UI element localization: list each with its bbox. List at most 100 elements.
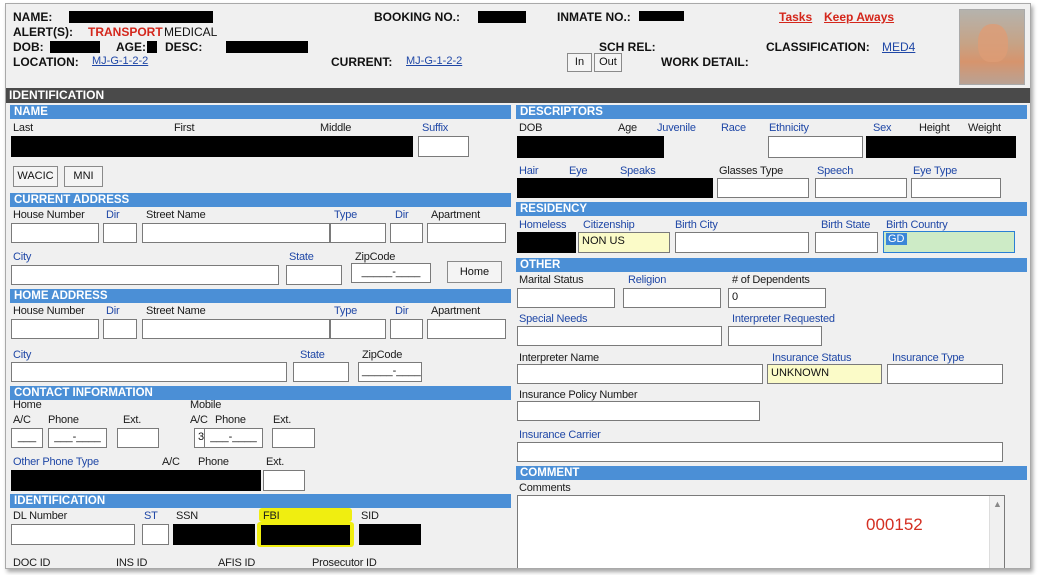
other-ext-label: Ext. <box>266 456 285 468</box>
glasses-type-input[interactable] <box>717 178 809 198</box>
home-phone-input[interactable]: ___-____ <box>48 428 107 448</box>
residency-header: RESIDENCY <box>516 202 1027 216</box>
home-type-input[interactable] <box>330 319 386 339</box>
birth-city-input[interactable] <box>675 232 809 253</box>
comments-textarea[interactable] <box>517 495 1005 568</box>
ac-label: A/C <box>13 414 31 426</box>
current-dir2-input[interactable] <box>390 223 423 243</box>
desc-age-label: Age <box>618 122 637 134</box>
home-zipcode-input[interactable]: _____-____ <box>358 362 422 382</box>
comments-scrollbar[interactable]: ▲ <box>989 496 1004 568</box>
insurance-status-label: Insurance Status <box>772 352 852 364</box>
scroll-up-arrow-icon[interactable]: ▲ <box>993 499 1002 509</box>
home-button[interactable]: Home <box>447 261 502 283</box>
insurance-type-input[interactable] <box>887 364 1003 384</box>
current-street-name-input[interactable] <box>142 223 330 243</box>
dependents-input[interactable]: 0 <box>728 288 826 308</box>
other-ext-input[interactable] <box>263 470 305 491</box>
current-house-number-input[interactable] <box>11 223 99 243</box>
alert-transport: TRANSPORT <box>88 25 163 39</box>
insurance-status-input[interactable]: UNKNOWN <box>767 364 882 384</box>
interpreter-requested-label: Interpreter Requested <box>732 313 835 325</box>
home-street-name-label: Street Name <box>146 305 206 317</box>
mni-button[interactable]: MNI <box>64 166 103 187</box>
redacted-descriptors-dob <box>517 136 664 158</box>
redacted-name-fields <box>11 136 413 157</box>
eye-type-label: Eye Type <box>913 165 958 177</box>
birth-state-label: Birth State <box>821 219 871 231</box>
home-street-name-input[interactable] <box>142 319 330 339</box>
redacted-booking-number <box>478 11 526 23</box>
ssn-label: SSN <box>176 510 199 522</box>
birth-country-input[interactable]: GD <box>883 231 1015 253</box>
mobile-ext-input[interactable] <box>272 428 315 448</box>
special-needs-input[interactable] <box>517 326 722 346</box>
citizenship-input[interactable]: NON US <box>578 232 670 253</box>
house-number-label: House Number <box>13 209 85 221</box>
ethnicity-input[interactable] <box>768 136 863 158</box>
marital-status-input[interactable] <box>517 288 615 308</box>
homeless-label: Homeless <box>519 219 567 231</box>
birth-state-input[interactable] <box>815 232 878 253</box>
document-stamp-number: 000152 <box>866 515 923 534</box>
home-dir2-input[interactable] <box>390 319 423 339</box>
current-city-input[interactable] <box>11 265 279 285</box>
in-button[interactable]: In <box>567 53 592 72</box>
insurance-policy-number-input[interactable] <box>517 401 760 421</box>
home-ext-input[interactable] <box>117 428 159 448</box>
middle-label: Middle <box>320 122 352 134</box>
home-house-number-label: House Number <box>13 305 85 317</box>
dependents-label: # of Dependents <box>732 274 810 286</box>
city-label: City <box>13 251 32 263</box>
birth-city-label: Birth City <box>675 219 718 231</box>
dl-number-input[interactable] <box>11 524 135 545</box>
height-label: Height <box>919 122 950 134</box>
current-label: CURRENT: <box>331 55 393 69</box>
current-location-value[interactable]: MJ-G-1-2-2 <box>406 55 462 67</box>
insurance-type-label: Insurance Type <box>892 352 965 364</box>
home-state-input[interactable] <box>293 362 349 382</box>
home-dir-input[interactable] <box>103 319 137 339</box>
home-city-input[interactable] <box>11 362 287 382</box>
booking-window: NAME: BOOKING NO.: INMATE NO.: Tasks Kee… <box>5 3 1031 569</box>
religion-input[interactable] <box>623 288 721 308</box>
insurance-carrier-input[interactable] <box>517 442 1003 462</box>
speech-input[interactable] <box>815 178 907 198</box>
hair-label: Hair <box>519 165 539 177</box>
mobile-phone-label: Mobile <box>190 399 222 411</box>
suffix-input[interactable] <box>418 136 469 157</box>
eye-type-input[interactable] <box>911 178 1001 198</box>
current-type-input[interactable] <box>330 223 386 243</box>
alerts-label: ALERT(S): <box>13 25 73 39</box>
home-apartment-input[interactable] <box>427 319 506 339</box>
race-label: Race <box>721 122 746 134</box>
current-state-input[interactable] <box>286 265 342 285</box>
location-value[interactable]: MJ-G-1-2-2 <box>92 55 148 67</box>
special-needs-label: Special Needs <box>519 313 588 325</box>
redacted-hair-eye-speaks <box>517 178 713 198</box>
redacted-desc <box>226 41 308 53</box>
other-phone-label: Phone <box>198 456 229 468</box>
mobile-ac-label: A/C <box>190 414 208 426</box>
dl-number-label: DL Number <box>13 510 68 522</box>
home-dir-label: Dir <box>106 305 120 317</box>
dir2-label: Dir <box>395 209 409 221</box>
redacted-homeless <box>517 232 576 253</box>
keep-aways-link[interactable]: Keep Aways <box>824 10 894 24</box>
current-zipcode-input[interactable]: _____-____ <box>351 263 431 283</box>
name-section-header: NAME <box>10 105 511 119</box>
mobile-phone-input[interactable]: ___-____ <box>204 428 263 448</box>
home-ac-input[interactable]: ___ <box>11 428 43 448</box>
interpreter-requested-input[interactable] <box>728 326 822 346</box>
current-address-header: CURRENT ADDRESS <box>10 193 511 207</box>
home-house-number-input[interactable] <box>11 319 99 339</box>
out-button[interactable]: Out <box>594 53 622 72</box>
interpreter-name-input[interactable] <box>517 364 763 384</box>
st-input[interactable] <box>142 524 169 545</box>
classification-value[interactable]: MED4 <box>882 40 915 54</box>
wacic-button[interactable]: WACIC <box>13 166 58 187</box>
tasks-link[interactable]: Tasks <box>779 10 812 24</box>
home-state-label: State <box>300 349 325 361</box>
current-dir-input[interactable] <box>103 223 137 243</box>
current-apartment-input[interactable] <box>427 223 506 243</box>
